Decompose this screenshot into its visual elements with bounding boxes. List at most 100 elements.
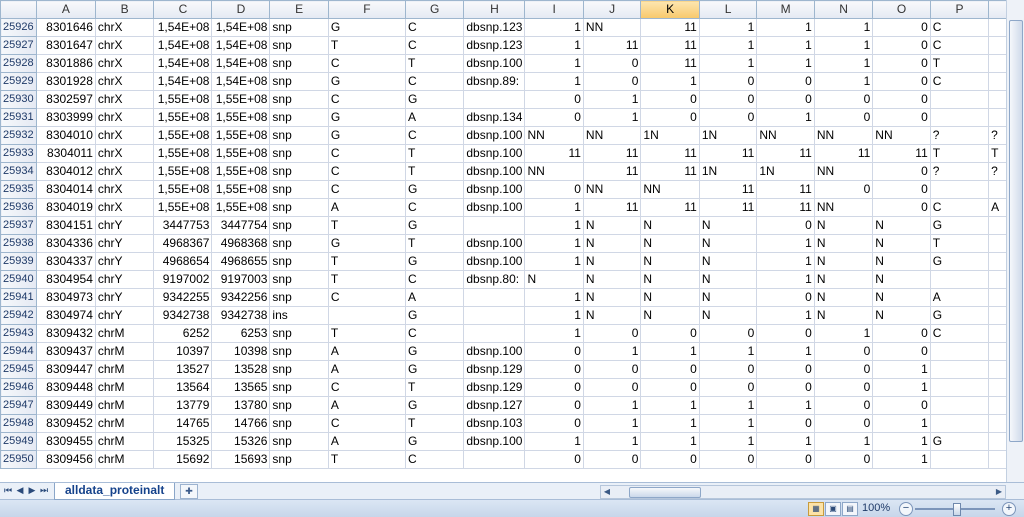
cell[interactable]: snp [269,18,329,37]
cell[interactable]: 8304019 [35,198,96,217]
cell[interactable]: 0 [698,378,758,397]
cell[interactable]: G [405,342,465,361]
cell[interactable]: 11 [582,144,642,163]
cell[interactable]: 1,55E+08 [153,162,213,181]
cell[interactable]: T [929,54,990,73]
cell[interactable]: 1 [698,414,758,433]
cell[interactable]: 0 [872,18,931,37]
cell[interactable]: N [582,234,642,253]
cell[interactable]: N [872,306,931,325]
cell[interactable]: N [524,270,584,289]
cell[interactable]: 0 [872,162,931,181]
cell[interactable]: 8304010 [35,126,96,145]
cell[interactable]: 1 [698,432,758,451]
cell[interactable]: snp [269,162,329,181]
cell[interactable]: 1 [582,432,642,451]
cell[interactable]: 1,55E+08 [153,144,213,163]
cell-table[interactable]: ABCDEFGHIJKLMNOP 25926 8301646 chrX 1,54E+0… [0,0,1024,469]
cell[interactable]: 13565 [211,378,271,397]
cell[interactable]: 11 [582,36,642,55]
row-header[interactable]: 25931 [0,108,37,127]
cell[interactable]: 1,54E+08 [153,72,213,91]
cell[interactable]: C [327,90,407,109]
cell[interactable]: 1N [698,162,758,181]
cell[interactable]: 0 [698,360,758,379]
cell[interactable]: 8304012 [35,162,96,181]
cell[interactable]: 13527 [153,360,213,379]
cell[interactable]: 0 [582,72,642,91]
cell[interactable]: NN [813,198,874,217]
cell[interactable]: 13564 [153,378,213,397]
cell[interactable]: 1 [524,54,584,73]
cell[interactable]: N [640,270,700,289]
row-header[interactable]: 25927 [0,36,37,55]
cell[interactable]: 1,55E+08 [211,108,271,127]
cell[interactable] [929,450,990,469]
cell[interactable]: chrX [94,126,155,145]
cell[interactable]: NN [582,18,642,37]
cell[interactable]: N [640,252,700,271]
cell[interactable]: dbsnp.100 [463,252,526,271]
row-header[interactable]: 25926 [0,18,37,37]
cell[interactable]: 11 [582,162,642,181]
cell[interactable]: G [405,432,465,451]
cell[interactable]: 0 [756,378,815,397]
cell[interactable]: C [327,414,407,433]
cell[interactable] [929,414,990,433]
cell[interactable]: T [405,414,465,433]
cell[interactable]: 1 [756,234,815,253]
cell[interactable]: 1,55E+08 [211,90,271,109]
cell[interactable]: chrX [94,18,155,37]
cell[interactable]: dbsnp.100 [463,126,526,145]
cell[interactable]: NN [813,126,874,145]
cell[interactable]: G [929,252,990,271]
cell[interactable]: 9342256 [211,288,271,307]
row-header[interactable]: 25942 [0,306,37,325]
cell[interactable]: C [327,162,407,181]
cell[interactable]: 0 [872,90,931,109]
zoom-out-icon[interactable]: − [899,502,913,516]
cell[interactable]: 0 [813,108,874,127]
cell[interactable] [463,288,526,307]
cell[interactable]: A [327,432,407,451]
cell[interactable]: 0 [524,342,584,361]
column-header[interactable]: A [35,0,96,19]
cell[interactable]: C [405,72,465,91]
cell[interactable]: 0 [813,90,874,109]
cell[interactable]: 1 [524,198,584,217]
cell[interactable]: 8309447 [35,360,96,379]
cell[interactable]: 1 [524,324,584,343]
cell[interactable]: T [405,144,465,163]
cell[interactable]: 8301646 [35,18,96,37]
cell[interactable] [929,180,990,199]
cell[interactable]: chrX [94,54,155,73]
cell[interactable]: 8304011 [35,144,96,163]
cell[interactable] [929,378,990,397]
cell[interactable]: C [405,198,465,217]
row-header[interactable]: 25928 [0,54,37,73]
cell[interactable]: dbsnp.129 [463,360,526,379]
cell[interactable]: G [929,432,990,451]
cell[interactable]: snp [269,36,329,55]
cell[interactable]: chrM [94,324,155,343]
cell[interactable]: 1 [756,396,815,415]
column-header[interactable]: L [698,0,758,19]
column-header[interactable]: C [153,0,213,19]
column-header[interactable]: H [463,0,526,19]
cell[interactable]: dbsnp.80: [463,270,526,289]
cell[interactable]: NN [872,126,931,145]
scroll-right-icon[interactable]: ▶ [993,486,1005,498]
cell[interactable]: 1N [756,162,815,181]
page-layout-view-icon[interactable]: ▣ [825,502,841,516]
cell[interactable]: 8304336 [35,234,96,253]
cell[interactable]: 1,55E+08 [211,144,271,163]
cell[interactable]: N [813,306,874,325]
cell[interactable]: 0 [640,324,700,343]
zoom-in-icon[interactable]: + [1002,502,1016,516]
cell[interactable]: G [327,108,407,127]
cell[interactable]: 3447754 [211,216,271,235]
cell[interactable]: 13780 [211,396,271,415]
column-header[interactable]: J [582,0,642,19]
cell[interactable]: dbsnp.123 [463,18,526,37]
spreadsheet-grid[interactable]: ABCDEFGHIJKLMNOP 25926 8301646 chrX 1,54E+0… [0,0,1024,482]
